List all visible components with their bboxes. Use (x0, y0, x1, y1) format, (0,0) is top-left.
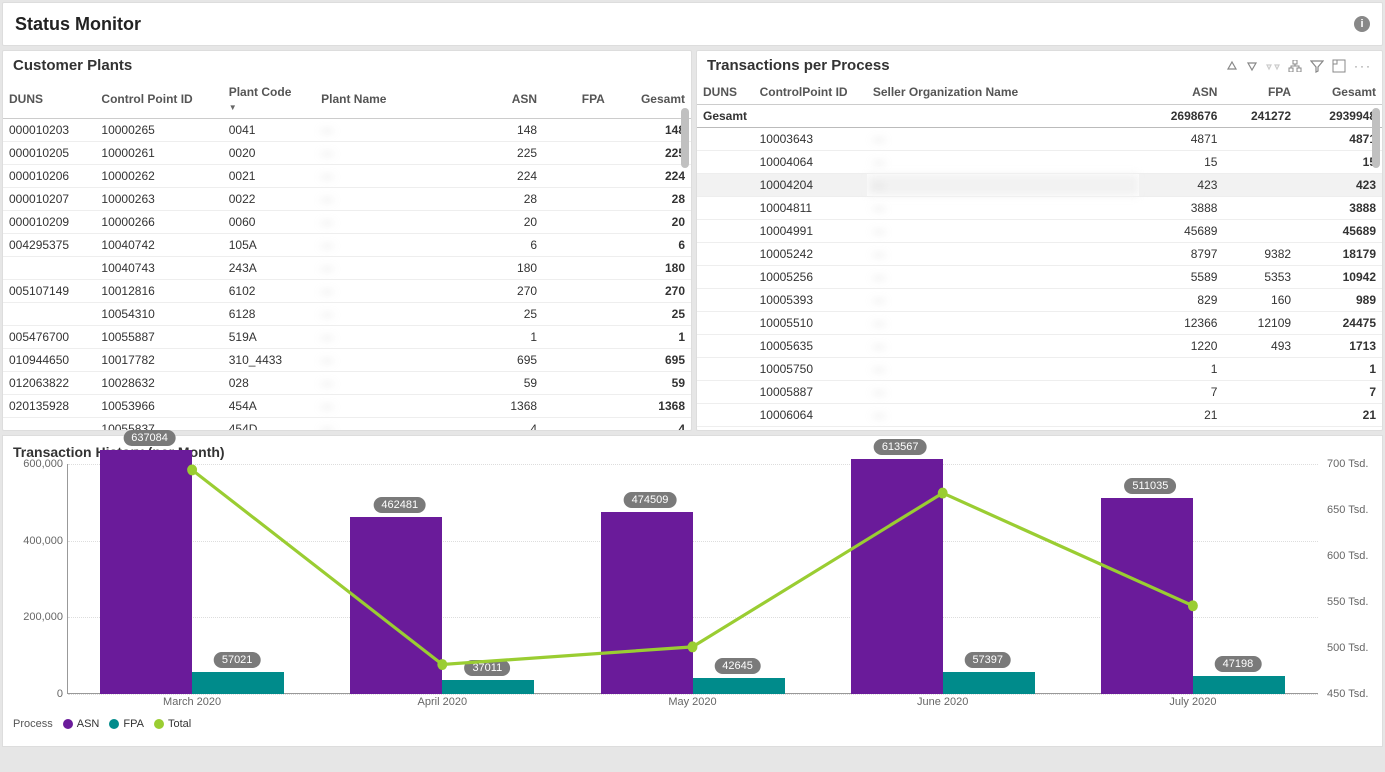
x-axis-label: May 2020 (567, 696, 817, 714)
transactions-panel: Transactions per Process ··· DUNS Contro… (696, 50, 1383, 431)
col-asn[interactable]: ASN (475, 80, 543, 119)
table-row[interactable]: 10004064—1515 (697, 151, 1382, 174)
table-row[interactable]: 10040743243A—180180 (3, 257, 691, 280)
table-row[interactable]: 000010205100002610020—225225 (3, 142, 691, 165)
y-tick-right: 550 Tsd. (1327, 596, 1368, 608)
y-tick-left: 600,000 (23, 458, 63, 470)
page-title: Status Monitor (15, 14, 141, 35)
scrollbar[interactable] (1372, 108, 1380, 426)
col-duns[interactable]: DUNS (3, 80, 95, 119)
legend-fpa[interactable]: FPA (109, 718, 144, 730)
bar-label-asn: 637084 (123, 430, 176, 446)
page-header: Status Monitor i (2, 2, 1383, 46)
more-options-icon[interactable]: ··· (1354, 59, 1372, 73)
col-seller[interactable]: Seller Organization Name (867, 80, 1139, 105)
col-cpid[interactable]: ControlPoint ID (754, 80, 867, 105)
focus-mode-icon[interactable] (1332, 59, 1346, 73)
col-fpa[interactable]: FPA (1223, 80, 1297, 105)
x-axis-label: July 2020 (1068, 696, 1318, 714)
bar-label-asn: 613567 (874, 439, 927, 455)
table-row[interactable]: 100543106128—2525 (3, 303, 691, 326)
drill-up-icon[interactable] (1226, 60, 1238, 72)
line-point[interactable] (688, 641, 698, 652)
swatch-total (154, 719, 164, 729)
line-point[interactable] (938, 488, 948, 499)
table-row[interactable]: 10005750—11 (697, 358, 1382, 381)
table-header-row: DUNS Control Point ID Plant Code▼ Plant … (3, 80, 691, 119)
table-row[interactable]: 10005242—8797938218179 (697, 243, 1382, 266)
swatch-fpa (109, 719, 119, 729)
table-row[interactable]: 10004204—423423 (697, 174, 1382, 197)
table-row[interactable]: 10005393—829160989 (697, 289, 1382, 312)
y-tick-right: 700 Tsd. (1327, 458, 1368, 470)
table-row[interactable]: 01094465010017782310_4433—695695 (3, 349, 691, 372)
table-row[interactable]: 01206382210028632028—5959 (3, 372, 691, 395)
table-row[interactable]: 000010206100002620021—224224 (3, 165, 691, 188)
y-tick-left: 0 (57, 688, 63, 700)
table-row[interactable]: 10005256—5589535310942 (697, 266, 1382, 289)
hierarchy-icon[interactable] (1288, 60, 1302, 72)
scrollbar[interactable] (681, 108, 689, 426)
x-axis-label: April 2020 (317, 696, 567, 714)
table-row[interactable]: 000010203100002650041—148148 (3, 119, 691, 142)
chart-legend: Process ASN FPA Total (7, 714, 1378, 730)
col-asn[interactable]: ASN (1139, 80, 1224, 105)
legend-asn[interactable]: ASN (63, 718, 100, 730)
customer-plants-table[interactable]: DUNS Control Point ID Plant Code▼ Plant … (3, 80, 691, 430)
line-point[interactable] (187, 464, 197, 475)
y-tick-left: 400,000 (23, 535, 63, 547)
table-row[interactable]: 10055837454D—44 (3, 418, 691, 431)
table-row[interactable]: 10005887—77 (697, 381, 1382, 404)
table-row[interactable]: 10004811—38883888 (697, 197, 1382, 220)
sort-desc-icon: ▼ (229, 103, 237, 112)
customer-plants-title: Customer Plants (13, 57, 132, 74)
chart-title: Transaction History (per Month) (7, 444, 1378, 464)
x-axis-label: March 2020 (67, 696, 317, 714)
col-gesamt[interactable]: Gesamt (611, 80, 691, 119)
table-row[interactable]: 000010209100002660060—2020 (3, 211, 691, 234)
table-row[interactable]: 02013592810053966454A—13681368 (3, 395, 691, 418)
line-point[interactable] (437, 659, 447, 670)
table-row[interactable]: 10005635—12204931713 (697, 335, 1382, 358)
x-axis-label: June 2020 (818, 696, 1068, 714)
transaction-history-chart: Transaction History (per Month) 0 200,000… (2, 435, 1383, 747)
line-total[interactable] (192, 470, 1193, 665)
scrollbar-thumb[interactable] (1372, 108, 1380, 168)
y-tick-right: 500 Tsd. (1327, 642, 1368, 654)
table-row[interactable]: 10004991—4568945689 (697, 220, 1382, 243)
line-point[interactable] (1188, 600, 1198, 611)
col-plant-name[interactable]: Plant Name (315, 80, 475, 119)
table-row[interactable]: 10005510—123661210924475 (697, 312, 1382, 335)
total-label: Gesamt (697, 105, 1139, 128)
table-row[interactable]: 00429537510040742105A—66 (3, 234, 691, 257)
table-total-row: Gesamt 2698676 241272 2939948 (697, 105, 1382, 128)
expand-down-icon[interactable] (1266, 60, 1280, 72)
legend-total[interactable]: Total (154, 718, 191, 730)
table-row[interactable]: 00547670010055887519A—11 (3, 326, 691, 349)
info-icon[interactable]: i (1354, 16, 1370, 32)
table-row[interactable]: 005107149100128166102—270270 (3, 280, 691, 303)
y-tick-left: 200,000 (23, 611, 63, 623)
y-tick-right: 650 Tsd. (1327, 504, 1368, 516)
y-tick-right: 600 Tsd. (1327, 550, 1368, 562)
col-plant-code[interactable]: Plant Code▼ (223, 80, 315, 119)
table-header-row: DUNS ControlPoint ID Seller Organization… (697, 80, 1382, 105)
table-row[interactable]: 000010207100002630022—2828 (3, 188, 691, 211)
col-fpa[interactable]: FPA (543, 80, 611, 119)
scrollbar-thumb[interactable] (681, 108, 689, 168)
transactions-title: Transactions per Process (707, 57, 890, 74)
y-tick-right: 450 Tsd. (1327, 688, 1368, 700)
col-duns[interactable]: DUNS (697, 80, 754, 105)
swatch-asn (63, 719, 73, 729)
col-cpid[interactable]: Control Point ID (95, 80, 222, 119)
table-row[interactable]: 10006064—2121 (697, 404, 1382, 427)
table-row[interactable]: 10003643—48714871 (697, 128, 1382, 151)
customer-plants-panel: Customer Plants DUNS Control Point ID Pl… (2, 50, 692, 431)
transactions-table[interactable]: DUNS ControlPoint ID Seller Organization… (697, 80, 1382, 427)
legend-title: Process (13, 718, 53, 730)
drill-down-icon[interactable] (1246, 60, 1258, 72)
col-gesamt[interactable]: Gesamt (1297, 80, 1382, 105)
filter-icon[interactable] (1310, 59, 1324, 73)
